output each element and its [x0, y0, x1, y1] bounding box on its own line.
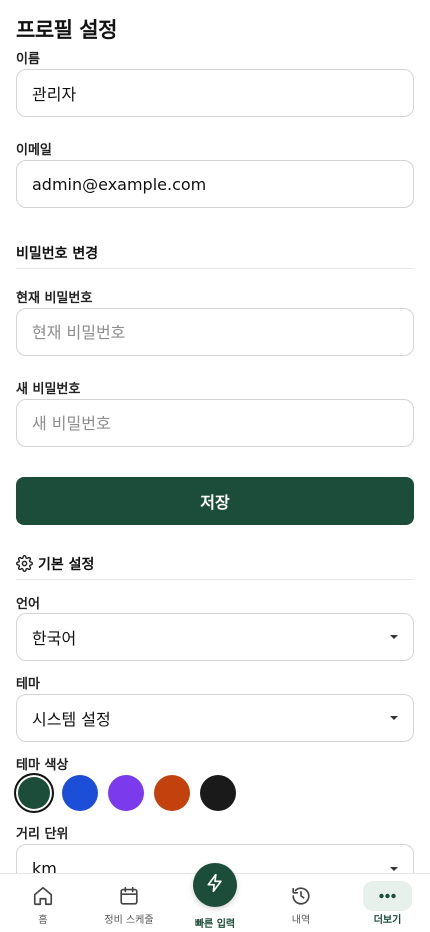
- language-select[interactable]: 한국어: [16, 613, 414, 661]
- nav-label-history: 내역: [291, 915, 311, 926]
- distance-unit-label: 거리 단위: [16, 827, 69, 842]
- new-password-label: 새 비밀번호: [16, 382, 81, 397]
- color-swatch-orange[interactable]: [154, 775, 190, 811]
- current-password-input[interactable]: [16, 308, 414, 356]
- color-swatch-purple[interactable]: [108, 775, 144, 811]
- language-select-value: 한국어: [32, 629, 77, 648]
- calendar-icon: [118, 885, 140, 907]
- lightning-icon: [205, 873, 225, 897]
- nav-label-home: 홈: [38, 915, 48, 926]
- nav-label-schedule: 정비 스케줄: [104, 915, 154, 926]
- email-input[interactable]: [16, 160, 414, 208]
- nav-item-history[interactable]: 내역: [277, 874, 325, 932]
- preferences-section-title: 기본 설정: [38, 557, 95, 573]
- current-password-label: 현재 비밀번호: [16, 291, 93, 306]
- email-label: 이메일: [16, 143, 52, 158]
- theme-label: 테마: [16, 677, 40, 692]
- nav-label-quick-input: 빠른 입력: [194, 919, 236, 930]
- color-swatch-green[interactable]: [14, 773, 54, 813]
- preferences-section-divider: [16, 579, 414, 580]
- color-swatch-blue[interactable]: [62, 775, 98, 811]
- nav-item-schedule[interactable]: 정비 스케줄: [99, 874, 159, 932]
- theme-select-value: 시스템 설정: [32, 710, 111, 729]
- quick-input-button[interactable]: [193, 863, 237, 907]
- home-icon: [32, 885, 54, 907]
- nav-item-home[interactable]: 홈: [19, 874, 67, 932]
- gear-icon: [16, 555, 33, 572]
- save-button[interactable]: 저장: [16, 477, 414, 525]
- password-section-title: 비밀번호 변경: [16, 246, 99, 262]
- history-icon: [290, 885, 312, 907]
- language-label: 언어: [16, 597, 40, 612]
- nav-label-more: 더보기: [373, 915, 402, 926]
- color-swatch-black[interactable]: [200, 775, 236, 811]
- page-title: 프로필 설정: [16, 18, 117, 42]
- theme-color-label: 테마 색상: [16, 758, 69, 773]
- name-label: 이름: [16, 52, 40, 67]
- caret-down-icon: [390, 716, 398, 720]
- theme-color-swatches: [14, 773, 236, 813]
- caret-down-icon: [390, 867, 398, 871]
- new-password-input[interactable]: [16, 399, 414, 447]
- name-input[interactable]: [16, 69, 414, 117]
- more-icon-highlight: [363, 881, 412, 911]
- password-section-divider: [16, 268, 414, 269]
- caret-down-icon: [390, 635, 398, 639]
- theme-select[interactable]: 시스템 설정: [16, 694, 414, 742]
